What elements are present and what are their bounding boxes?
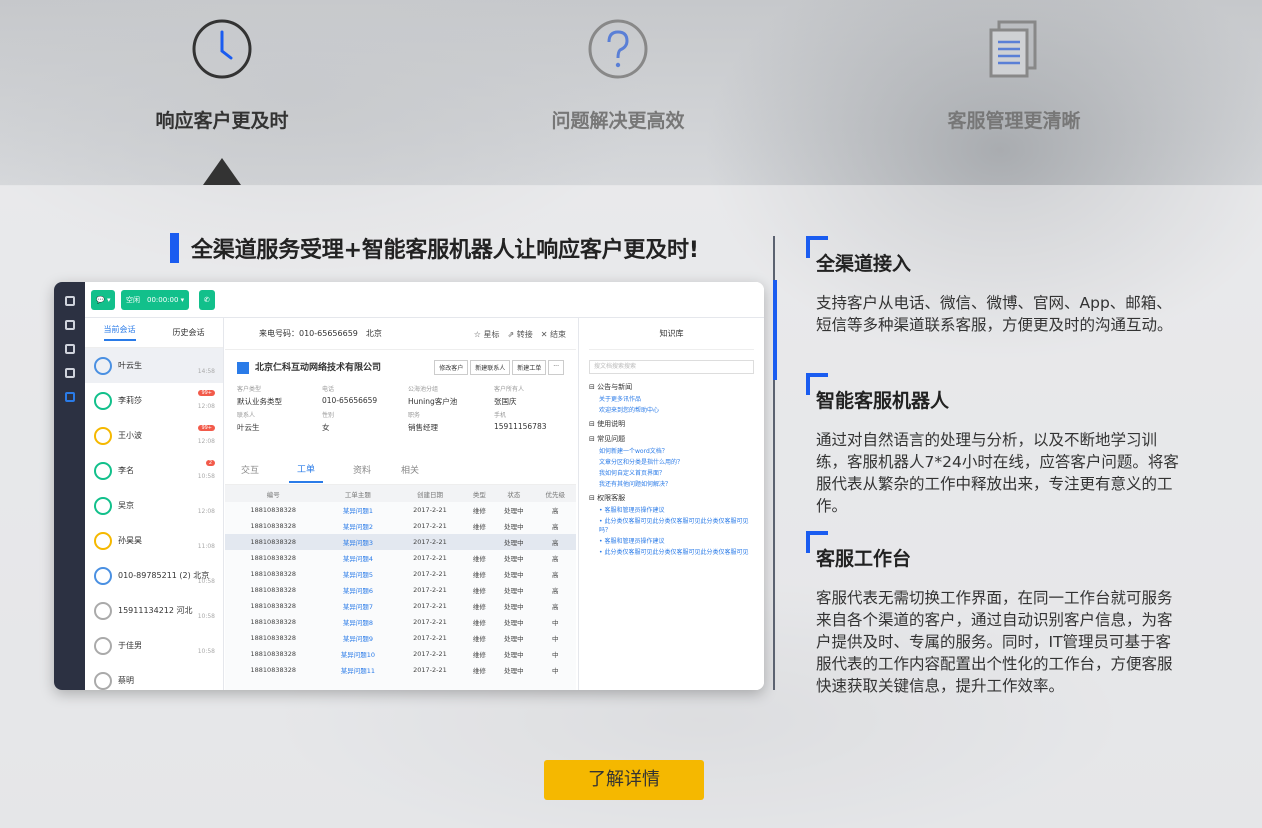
section-headline: 全渠道服务受理+智能客服机器人让响应客户更及时! — [170, 232, 699, 264]
conversation-item: 王小波 12:08 99+ — [85, 418, 223, 453]
knowledge-base-panel: 知识库 搜文档搜索搜索 ⊟ 公告与新闻 关于更多讯作品 欢迎来到您的帮助中心 ⊟ 使用… — [578, 318, 764, 690]
conversation-item: 于佳男 10:58 — [85, 628, 223, 663]
table-row: 18810838328 某异问题2 2017-2-21 维修 处理中高 — [250, 522, 559, 531]
app-sidebar-nav — [54, 282, 85, 690]
avatar — [94, 531, 112, 550]
table-row: 18810838328 某异问题9 2017-2-21 维修 处理中中 — [250, 634, 559, 643]
status-button: 空闲 00:00:00 ▾ — [121, 290, 190, 310]
question-icon — [588, 19, 648, 79]
conversation-item: 吴京 12:08 — [85, 488, 223, 523]
table-row: 18810838328 某异问题4 2017-2-21 维修 处理中高 — [250, 554, 559, 563]
table-row: 18810838328 某异问题1 2017-2-21 维修 处理中高 — [250, 506, 559, 515]
conversation-item: 010-89785211 (2) 北京 10:58 — [85, 558, 223, 593]
ticket-table: 编号 工单主题 创建日期 类型 状态 优先级 18810838328 某异问题1 2017-2-… — [225, 485, 576, 678]
conversation-item: 李莉莎 12:08 99+ — [85, 383, 223, 418]
tab-label: 响应客户更及时 — [155, 110, 289, 132]
conversation-item: 孙昊昊 11:08 — [85, 523, 223, 558]
tab-response[interactable]: 响应客户更及时 — [122, 18, 322, 133]
active-tab-indicator — [203, 158, 241, 185]
feature-workbench: 客服工作台 客服代表无需切换工作界面，在同一工作台就可服务来自各个渠道的客户，通… — [806, 531, 1186, 697]
avatar — [94, 496, 112, 515]
tab-efficiency[interactable]: 问题解决更高效 — [518, 18, 718, 133]
chat-icon: 💬 ▾ — [91, 290, 116, 310]
tab-label: 问题解决更高效 — [551, 110, 685, 132]
documents-icon — [989, 20, 1037, 78]
phone-icon: ✆ — [199, 290, 215, 310]
table-row: 18810838328 某异问题11 2017-2-21 维修 处理中中 — [250, 666, 559, 675]
conversation-list: 当前会话 历史会话 叶云生 14:58 李莉莎 12:08 99+ 王小波 12:08 99+ 李… — [85, 318, 224, 690]
table-row: 18810838328 某异问题5 2017-2-21 维修 处理中高 — [250, 570, 559, 579]
table-row: 18810838328 某异问题6 2017-2-21 维修 处理中高 — [250, 586, 559, 595]
avatar — [94, 426, 112, 445]
conversation-item: 15911134212 河北 10:58 — [85, 593, 223, 628]
app-topbar: 💬 ▾ 空闲 00:00:00 ▾ ✆ — [85, 282, 764, 318]
avatar — [94, 461, 112, 480]
feature-chatbot: 智能客服机器人 通过对自然语言的处理与分析，以及不断地学习训练，客服机器人7*2… — [806, 373, 1186, 517]
avatar — [94, 671, 112, 690]
table-row: 18810838328 某异问题7 2017-2-21 维修 处理中高 — [250, 602, 559, 611]
vertical-divider — [773, 236, 777, 690]
table-row: 18810838328 某异问题10 2017-2-21 维修 处理中中 — [250, 650, 559, 659]
tab-management[interactable]: 客服管理更清晰 — [914, 18, 1114, 133]
conversation-item: 李名 10:58 2 — [85, 453, 223, 488]
avatar — [94, 601, 112, 620]
clock-icon — [192, 19, 252, 79]
avatar — [94, 356, 112, 375]
table-row: 18810838328 某异问题3 2017-2-21 处理中高 — [225, 534, 576, 550]
table-row: 18810838328 某异问题8 2017-2-21 维修 处理中中 — [250, 618, 559, 627]
tab-label: 客服管理更清晰 — [947, 110, 1081, 132]
feature-omnichannel: 全渠道接入 支持客户从电话、微信、微博、官网、App、邮箱、短信等多种渠道联系客… — [806, 236, 1186, 336]
learn-more-button[interactable]: 了解详情 — [544, 760, 704, 800]
conversation-item: 蔡明 — [85, 663, 223, 690]
avatar — [94, 636, 112, 655]
detail-panel: 来电号码：010-65656659 北京 ☆ 星标 ⇗ 转接 ✕ 结束 北京仁科互… — [225, 318, 576, 690]
avatar — [94, 566, 112, 585]
app-screenshot: 💬 ▾ 空闲 00:00:00 ▾ ✆ 当前会话 历史会话 叶云生 14:58 李莉莎… — [54, 282, 764, 690]
avatar — [94, 391, 112, 410]
conversation-item: 叶云生 14:58 — [85, 348, 223, 383]
